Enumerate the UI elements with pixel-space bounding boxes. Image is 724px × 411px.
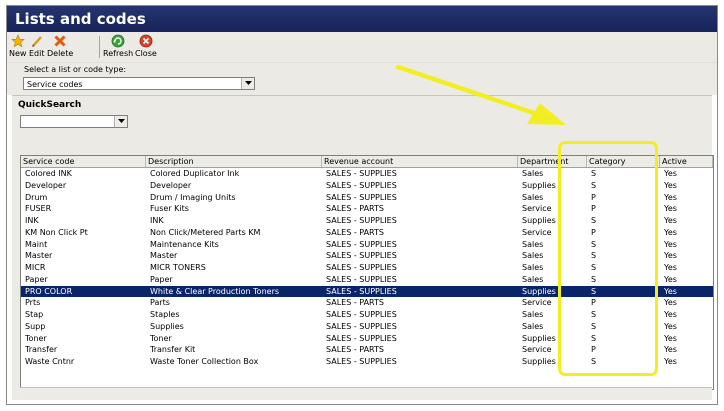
annotation-arrow — [395, 64, 566, 125]
